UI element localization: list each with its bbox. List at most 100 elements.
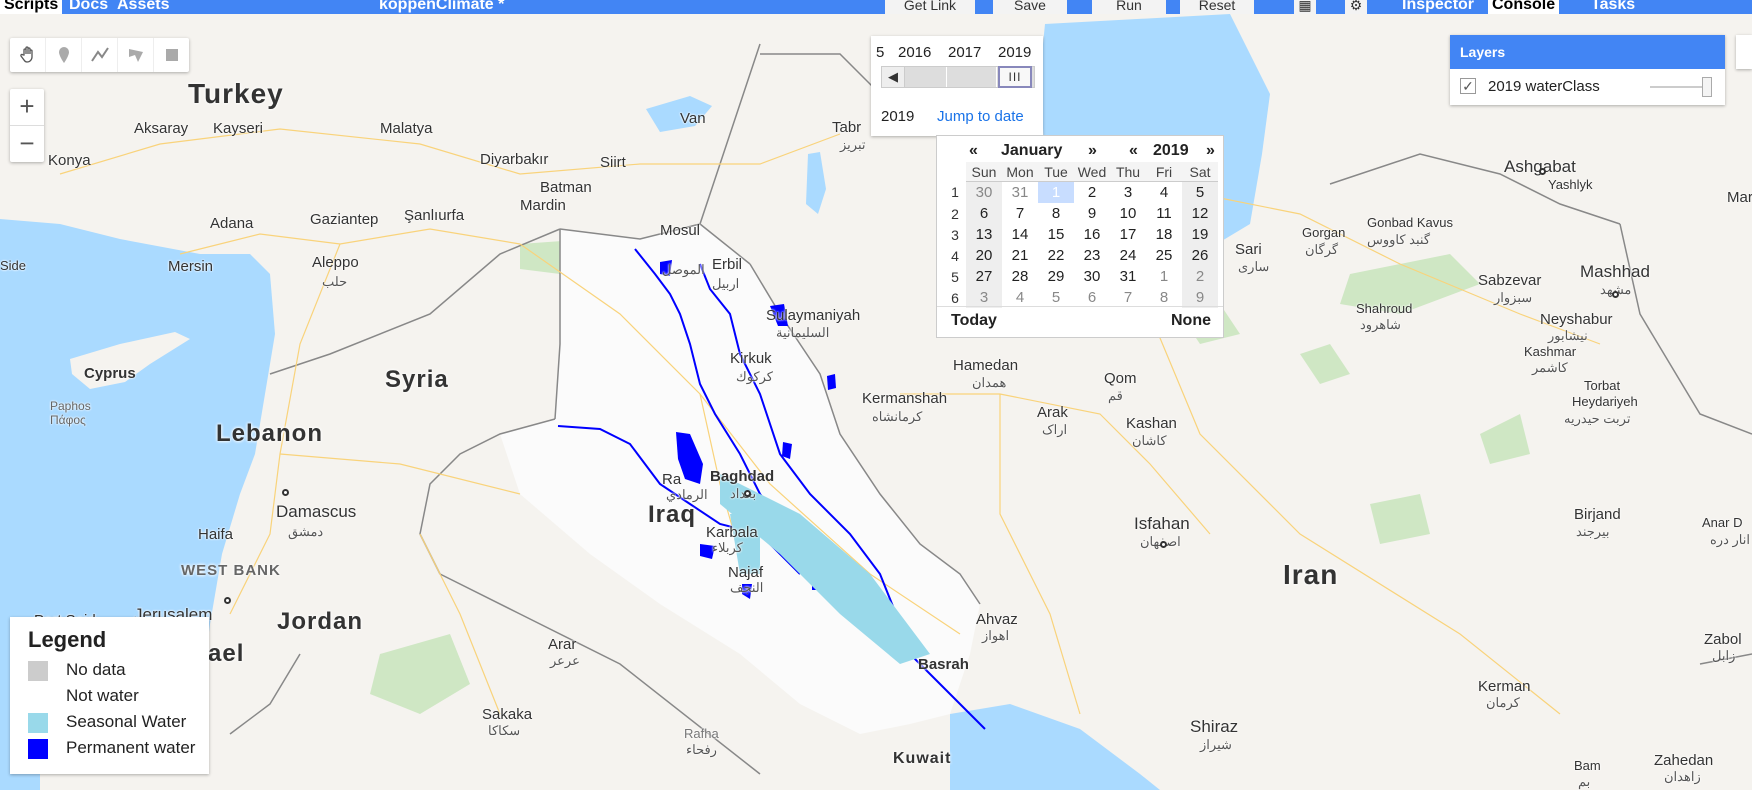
calendar-day[interactable]: 31 [1110,266,1146,287]
calendar-day[interactable]: 14 [1002,224,1038,245]
calendar-day[interactable]: 5 [1182,181,1218,203]
today-button[interactable]: Today [951,312,997,330]
calendar-day[interactable]: 7 [1110,287,1146,308]
legend-label: No data [66,660,126,679]
year-tick: 2019 [998,44,1032,61]
calendar-day[interactable]: 9 [1182,287,1218,308]
label-torbat-ar: تربت حیدریه [1564,411,1631,426]
calendar-day[interactable]: 28 [1002,266,1038,287]
zoom-out-button[interactable]: − [10,126,44,162]
calendar-day[interactable]: 29 [1038,266,1074,287]
calendar-day[interactable]: 9 [1074,203,1110,224]
calendar-day[interactable]: 8 [1146,287,1182,308]
label-bam: Bam [1574,758,1601,773]
calendar-day[interactable]: 20 [966,245,1002,266]
tab-assets[interactable]: Assets [117,0,169,14]
calendar-day[interactable]: 3 [966,287,1002,308]
prev-month-button[interactable]: « [969,142,978,160]
calendar-day[interactable]: 10 [1110,203,1146,224]
apps-icon[interactable]: ▦ [1294,0,1316,14]
calendar-day[interactable]: 6 [966,203,1002,224]
label-lebanon: Lebanon [216,420,323,447]
calendar-day[interactable]: 21 [1002,245,1038,266]
label-adana: Adana [210,215,254,232]
run-button[interactable]: Run [1092,0,1166,14]
calendar-day[interactable]: 26 [1182,245,1218,266]
calendar-day[interactable]: 23 [1074,245,1110,266]
calendar-day[interactable]: 2 [1074,182,1110,204]
calendar-day[interactable]: 5 [1038,287,1074,308]
calendar-day[interactable]: 27 [966,266,1002,287]
tab-console[interactable]: Console [1488,0,1560,14]
calendar-day[interactable]: 1 [1146,266,1182,287]
reset-button[interactable]: Reset [1180,0,1254,14]
label-zahedan-ar: زاهدان [1664,769,1701,784]
calendar-day[interactable]: 8 [1038,203,1074,224]
label-arar: Arar [548,636,577,653]
weekday-header: Thu [1110,162,1146,182]
calendar-grid: Sun Mon Tue Wed Thu Fri Sat 1 30 31 1 2 3 4 5 2 6… [944,162,1218,308]
time-slider-track[interactable]: ◀ III [881,66,1035,88]
calendar-day[interactable]: 16 [1074,224,1110,245]
save-button[interactable]: Save [993,0,1067,14]
pan-hand-icon[interactable] [10,38,46,72]
calendar-day[interactable]: 6 [1074,287,1110,308]
opacity-slider-handle[interactable] [1702,77,1712,97]
calendar-day[interactable]: 1 [1038,181,1074,203]
calendar-day[interactable]: 4 [1146,182,1182,204]
none-button[interactable]: None [1171,312,1211,330]
label-arak-ar: اراک [1042,422,1068,437]
calendar-day[interactable]: 17 [1110,224,1146,245]
calendar-day[interactable]: 30 [966,181,1002,203]
calendar-day[interactable]: 3 [1110,182,1146,204]
time-slider-handle[interactable]: III [998,66,1032,88]
calendar-day[interactable]: 22 [1038,245,1074,266]
jump-to-date-link[interactable]: Jump to date [937,108,1024,125]
label-diyarbakir: Diyarbakır [480,151,549,168]
tab-docs[interactable]: Docs [69,0,108,14]
tab-tasks[interactable]: Tasks [1591,0,1635,14]
tab-inspector[interactable]: Inspector [1402,0,1474,14]
label-gonbad-ar: گنبد کاووس [1367,232,1431,247]
calendar-week-row: 5 27 28 29 30 31 1 2 [944,266,1218,287]
label-shiraz: Shiraz [1190,717,1239,736]
label-shiraz-ar: شیراز [1200,737,1232,752]
calendar-day[interactable]: 7 [1002,203,1038,224]
calendar-day[interactable]: 31 [1002,182,1038,204]
label-karbala: Karbala [706,524,758,541]
calendar-day[interactable]: 19 [1182,224,1218,245]
slider-prev-icon[interactable]: ◀ [882,67,905,87]
calendar-day[interactable]: 11 [1146,203,1182,224]
week-number: 4 [951,247,959,264]
calendar-day[interactable]: 12 [1182,203,1218,224]
zoom-in-button[interactable]: + [10,89,44,126]
point-marker-icon[interactable] [46,38,82,72]
label-siirt: Siirt [600,154,626,171]
calendar-day[interactable]: 30 [1074,266,1110,287]
calendar-day[interactable]: 2 [1182,266,1218,287]
layers-title[interactable]: Layers [1450,35,1725,69]
label-sabzevar: Sabzevar [1478,272,1542,289]
next-month-button[interactable]: » [1088,142,1097,160]
label-haifa: Haifa [198,526,234,543]
script-name: koppenClimate * [379,0,505,13]
calendar-header: « January » « 2019 » [937,140,1223,162]
label-paphos-gr: Πάφος [50,413,86,427]
calendar-day[interactable]: 24 [1110,245,1146,266]
layer-visibility-checkbox[interactable]: ✓ [1460,78,1476,94]
tab-scripts[interactable]: Scripts [0,0,63,14]
prev-year-button[interactable]: « [1129,142,1138,160]
gear-icon[interactable]: ⚙ [1345,0,1367,14]
calendar-day[interactable]: 15 [1038,224,1074,245]
polygon-tool-icon[interactable] [118,38,154,72]
layer-opacity-slider[interactable] [1650,77,1712,97]
rectangle-tool-icon[interactable] [154,38,189,72]
label-konya: Konya [48,152,91,169]
next-year-button[interactable]: » [1206,142,1215,160]
calendar-day[interactable]: 13 [966,224,1002,245]
line-tool-icon[interactable] [82,38,118,72]
calendar-day[interactable]: 4 [1002,287,1038,308]
calendar-day[interactable]: 18 [1146,224,1182,245]
calendar-day[interactable]: 25 [1146,245,1182,266]
get-link-button[interactable]: Get Link [885,0,975,14]
